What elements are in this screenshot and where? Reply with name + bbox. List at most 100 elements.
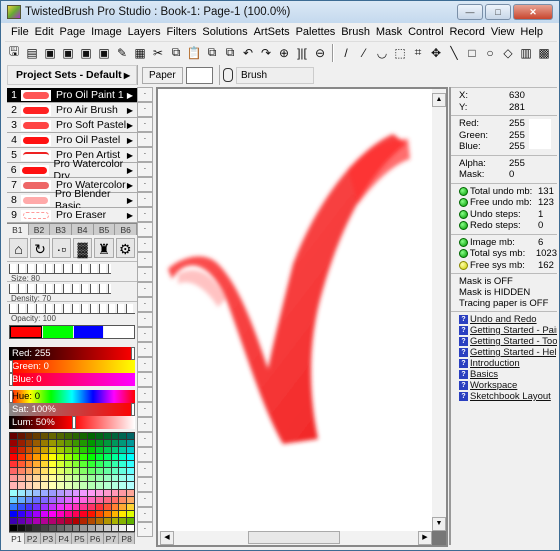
menu-filters[interactable]: Filters bbox=[167, 26, 197, 38]
palette-cell[interactable] bbox=[103, 433, 111, 440]
palette-cell[interactable] bbox=[80, 482, 88, 489]
palette-cell[interactable] bbox=[56, 433, 64, 440]
palette-cell[interactable] bbox=[17, 524, 25, 531]
palette-cell[interactable] bbox=[41, 475, 49, 482]
brush-tab-b1[interactable]: B1 bbox=[7, 224, 29, 235]
save-icon[interactable]: 🖫 bbox=[5, 44, 23, 62]
pattern-icon[interactable]: ▩ bbox=[535, 44, 553, 62]
slot-button[interactable]: · bbox=[137, 102, 153, 117]
palette-cell[interactable] bbox=[103, 454, 111, 461]
red-slider[interactable]: Red: 255 bbox=[9, 347, 135, 360]
slot-button[interactable]: · bbox=[137, 447, 153, 462]
palette-cell[interactable] bbox=[72, 517, 80, 524]
palette-cell[interactable] bbox=[49, 440, 56, 447]
palette-cell[interactable] bbox=[95, 496, 103, 503]
rectangle-icon[interactable]: □ bbox=[463, 44, 481, 62]
palette-cell[interactable] bbox=[17, 489, 25, 496]
palette-cell[interactable] bbox=[127, 517, 134, 524]
palette-cell[interactable] bbox=[41, 503, 49, 510]
help-link[interactable]: ? Getting Started - Tools bbox=[451, 336, 557, 347]
palette-cell[interactable] bbox=[64, 433, 72, 440]
palette-cell[interactable] bbox=[17, 503, 25, 510]
palette-cell[interactable] bbox=[41, 440, 49, 447]
palette-cell[interactable] bbox=[80, 496, 88, 503]
page-next-icon[interactable]: ▣ bbox=[59, 44, 77, 62]
palette-cell[interactable] bbox=[64, 461, 72, 468]
brush-item[interactable]: 2 Pro Air Brush ▶ bbox=[7, 103, 137, 118]
palette-cell[interactable] bbox=[10, 489, 17, 496]
palette-cell[interactable] bbox=[56, 510, 64, 517]
palette-cell[interactable] bbox=[127, 503, 134, 510]
horizontal-scrollbar[interactable]: ◀ ▶ bbox=[158, 531, 432, 545]
page-icon[interactable]: ▣ bbox=[41, 44, 59, 62]
palette-cell[interactable] bbox=[103, 503, 111, 510]
palette-cell[interactable] bbox=[72, 482, 80, 489]
palette-cell[interactable] bbox=[49, 496, 56, 503]
palette-cell[interactable] bbox=[72, 447, 80, 454]
menu-page[interactable]: Page bbox=[60, 26, 86, 38]
palette-cell[interactable] bbox=[103, 510, 111, 517]
palette-cell[interactable] bbox=[49, 482, 56, 489]
palette-cell[interactable] bbox=[88, 447, 95, 454]
palette-cell[interactable] bbox=[119, 461, 127, 468]
palette-cell[interactable] bbox=[25, 510, 33, 517]
slot-button[interactable]: · bbox=[137, 87, 153, 102]
help-link[interactable]: ? Workspace bbox=[451, 380, 557, 391]
slot-button[interactable]: · bbox=[137, 177, 153, 192]
palette-cell[interactable] bbox=[41, 517, 49, 524]
brush-tab-b3[interactable]: B3 bbox=[50, 224, 73, 235]
palette-cell[interactable] bbox=[127, 454, 134, 461]
menu-help[interactable]: Help bbox=[520, 26, 543, 38]
gradient-icon[interactable]: ▥ bbox=[517, 44, 535, 62]
palette-cell[interactable] bbox=[17, 475, 25, 482]
palette-tab-p7[interactable]: P7 bbox=[104, 533, 120, 544]
palette-cell[interactable] bbox=[111, 496, 119, 503]
palette-cell[interactable] bbox=[25, 461, 33, 468]
palette-cell[interactable] bbox=[64, 503, 72, 510]
palette-cell[interactable] bbox=[80, 468, 88, 475]
palette-cell[interactable] bbox=[95, 440, 103, 447]
palette-cell[interactable] bbox=[25, 496, 33, 503]
palette-cell[interactable] bbox=[17, 447, 25, 454]
palette-cell[interactable] bbox=[127, 475, 134, 482]
palette-cell[interactable] bbox=[10, 503, 17, 510]
palette-tab-p2[interactable]: P2 bbox=[25, 533, 41, 544]
palette-cell[interactable] bbox=[33, 517, 41, 524]
palette-cell[interactable] bbox=[17, 468, 25, 475]
maximize-button[interactable]: □ bbox=[485, 4, 511, 20]
palette-cell[interactable] bbox=[25, 503, 33, 510]
palette-cell[interactable] bbox=[56, 517, 64, 524]
menu-record[interactable]: Record bbox=[449, 26, 484, 38]
arrow-right-icon[interactable]: ▶ bbox=[127, 136, 133, 145]
palette-cell[interactable] bbox=[72, 461, 80, 468]
palette-cell[interactable] bbox=[25, 475, 33, 482]
palette-cell[interactable] bbox=[72, 510, 80, 517]
slot-button[interactable]: · bbox=[137, 312, 153, 327]
palette-cell[interactable] bbox=[41, 468, 49, 475]
menu-palettes[interactable]: Palettes bbox=[296, 26, 336, 38]
arrow-right-icon[interactable]: ▶ bbox=[127, 211, 133, 220]
palette-tab-p8[interactable]: P8 bbox=[119, 533, 135, 544]
palette-cell[interactable] bbox=[56, 468, 64, 475]
palette-cell[interactable] bbox=[80, 524, 88, 531]
brush-tab-b4[interactable]: B4 bbox=[72, 224, 94, 235]
palette-cell[interactable] bbox=[56, 447, 64, 454]
scroll-right-button[interactable]: ▶ bbox=[418, 531, 432, 545]
palette-cell[interactable] bbox=[88, 517, 95, 524]
palette-cell[interactable] bbox=[80, 447, 88, 454]
settings-gear-icon[interactable]: ⚙ bbox=[115, 238, 135, 258]
brush-item[interactable]: 9 Pro Eraser ▶ bbox=[7, 208, 137, 223]
copy-layer-icon[interactable]: ⧉ bbox=[203, 44, 221, 62]
palette-cell[interactable] bbox=[119, 510, 127, 517]
palette-cell[interactable] bbox=[49, 433, 56, 440]
palette-cell[interactable] bbox=[72, 475, 80, 482]
palette-cell[interactable] bbox=[64, 468, 72, 475]
palette-cell[interactable] bbox=[127, 524, 134, 531]
hue-slider[interactable]: Hue: 0 bbox=[9, 390, 135, 403]
slot-button[interactable]: · bbox=[137, 282, 153, 297]
palette-cell[interactable] bbox=[56, 440, 64, 447]
palette-cell[interactable] bbox=[111, 440, 119, 447]
palette-cell[interactable] bbox=[41, 454, 49, 461]
palette-cell[interactable] bbox=[111, 454, 119, 461]
palette-cell[interactable] bbox=[10, 475, 17, 482]
